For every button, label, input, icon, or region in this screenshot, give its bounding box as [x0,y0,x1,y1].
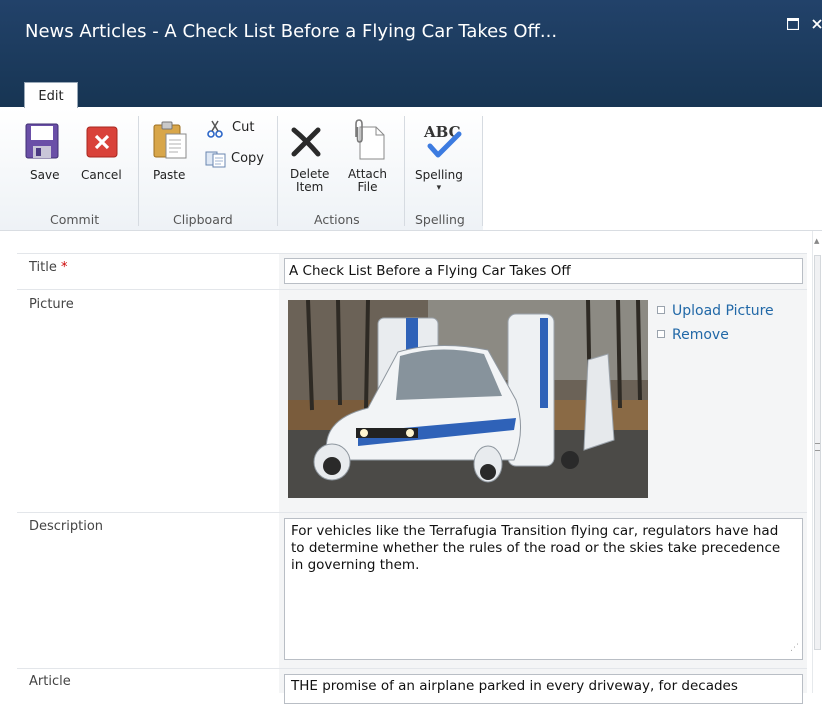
description-label: Description [29,519,104,534]
remove-text: Remove [672,327,729,343]
required-marker: * [61,260,68,275]
article-label: Article [29,674,71,689]
group-divider [404,116,405,226]
row-divider [17,253,807,254]
save-button[interactable]: Save [30,169,59,182]
article-editor[interactable]: THE promise of an airplane parked in eve… [284,674,803,704]
description-textarea[interactable]: For vehicles like the Terrafugia Transit… [284,518,803,660]
title-label-text: Title [29,260,57,275]
group-label-actions: Actions [314,212,360,227]
flying-car-picture [288,299,648,502]
remove-link[interactable]: Remove [657,327,729,343]
bullet-icon [657,330,665,338]
group-divider [482,116,483,226]
row-divider [17,512,807,513]
spelling-label: Spelling [415,168,463,182]
copy-button[interactable]: Copy [231,152,264,165]
chevron-down-icon[interactable]: ▾ [415,182,463,194]
close-icon[interactable] [812,18,822,34]
row-divider [17,289,807,290]
group-divider [277,116,278,226]
scrollbar[interactable]: ▲ [812,231,822,693]
scroll-grip-icon [815,443,820,451]
attach-file-button[interactable]: Attach File [348,168,387,194]
bullet-icon [657,306,665,314]
spelling-check-icon[interactable]: ABC [422,120,464,166]
scroll-up-icon[interactable]: ▲ [814,237,819,245]
paste-icon[interactable] [152,120,188,164]
dialog-title: News Articles - A Check List Before a Fl… [25,21,558,42]
cut-button[interactable]: Cut [232,121,254,134]
maximize-icon[interactable] [786,17,800,34]
scroll-thumb[interactable] [814,255,821,650]
scissors-icon[interactable] [206,120,224,142]
tab-edit[interactable]: Edit [24,82,78,109]
cancel-x-icon[interactable] [86,126,118,162]
group-label-spelling: Spelling [415,212,465,227]
delete-x-icon[interactable] [290,126,322,162]
picture-label: Picture [29,297,74,312]
ribbon: Save Cancel Commit Paste Cut Copy Clipbo… [0,108,822,231]
paste-button[interactable]: Paste [153,169,185,182]
spelling-button[interactable]: Spelling ▾ [415,169,463,194]
delete-item-button[interactable]: Delete Item [290,168,329,194]
upload-picture-link[interactable]: Upload Picture [657,303,774,319]
group-label-commit: Commit [50,212,100,227]
floppy-disk-icon[interactable] [25,123,59,163]
delete-item-label-2: Item [296,180,324,194]
title-input[interactable]: A Check List Before a Flying Car Takes O… [284,258,803,284]
title-label: Title * [29,260,68,275]
group-label-clipboard: Clipboard [173,212,233,227]
copy-icon[interactable] [205,150,227,172]
resize-grip-icon[interactable]: ⋰ [790,640,799,657]
upload-picture-text: Upload Picture [672,303,774,319]
description-text: For vehicles like the Terrafugia Transit… [291,523,781,573]
row-divider [17,668,807,669]
form-area: Title * A Check List Before a Flying Car… [0,231,812,704]
attach-file-label-2: File [357,180,378,194]
paperclip-icon[interactable] [350,119,386,165]
dialog-titlebar [0,0,822,107]
group-divider [138,116,139,226]
cancel-button[interactable]: Cancel [81,169,122,182]
